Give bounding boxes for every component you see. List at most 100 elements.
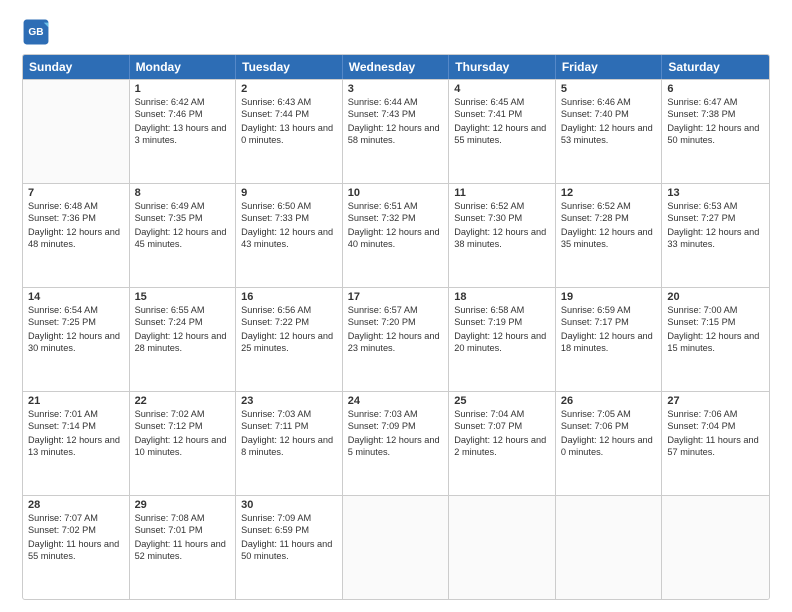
sunset-text: Sunset: 7:44 PM — [241, 108, 337, 120]
calendar-cell — [449, 496, 556, 599]
sunrise-text: Sunrise: 7:02 AM — [135, 408, 231, 420]
calendar-body: 1Sunrise: 6:42 AMSunset: 7:46 PMDaylight… — [23, 79, 769, 599]
calendar-cell: 6Sunrise: 6:47 AMSunset: 7:38 PMDaylight… — [662, 80, 769, 183]
sunrise-text: Sunrise: 6:46 AM — [561, 96, 657, 108]
calendar-cell: 16Sunrise: 6:56 AMSunset: 7:22 PM Dayligh… — [236, 288, 343, 391]
sunrise-text: Sunrise: 7:03 AM — [348, 408, 444, 420]
daylight-text-1: Daylight: 12 hours and — [241, 226, 337, 238]
sunset-text: Sunset: 7:35 PM — [135, 212, 231, 224]
daylight-text-1: Daylight: 12 hours and — [667, 122, 764, 134]
day-number: 26 — [561, 395, 657, 407]
daylight-text-1: Daylight: 12 hours and — [454, 226, 550, 238]
day-number: 12 — [561, 187, 657, 199]
sunset-text: Sunset: 7:22 PM — [241, 316, 337, 328]
calendar-cell: 14Sunrise: 6:54 AMSunset: 7:25 PMDayligh… — [23, 288, 130, 391]
calendar-row: 7Sunrise: 6:48 AMSunset: 7:36 PMDaylight… — [23, 183, 769, 287]
sunrise-text: Sunrise: 7:07 AM — [28, 512, 124, 524]
sunrise-text: Sunrise: 6:53 AM — [667, 200, 764, 212]
day-number: 30 — [241, 499, 337, 511]
sunset-text: Sunset: 7:27 PM — [667, 212, 764, 224]
daylight-text-1: Daylight: 12 hours and — [241, 330, 337, 342]
daylight-text-1: Daylight: 11 hours and — [241, 538, 337, 550]
calendar-cell: 10Sunrise: 6:51 AMSunset: 7:32 PMDayligh… — [343, 184, 450, 287]
daylight-text-2: 53 minutes. — [561, 134, 657, 146]
daylight-text-2: 13 minutes. — [28, 446, 124, 458]
calendar-cell: 20Sunrise: 7:00 AMSunset: 7:15 PMDayligh… — [662, 288, 769, 391]
svg-text:GB: GB — [28, 27, 43, 38]
sunrise-text: Sunrise: 6:58 AM — [454, 304, 550, 316]
daylight-text-1: Daylight: 13 hours and — [241, 122, 337, 134]
calendar-cell: 21Sunrise: 7:01 AMSunset: 7:14 PMDayligh… — [23, 392, 130, 495]
sunset-text: Sunset: 7:43 PM — [348, 108, 444, 120]
daylight-text-1: Daylight: 12 hours and — [454, 330, 550, 342]
sunset-text: Sunset: 7:30 PM — [454, 212, 550, 224]
daylight-text-1: Daylight: 12 hours and — [348, 434, 444, 446]
day-number: 2 — [241, 83, 337, 95]
calendar-cell — [662, 496, 769, 599]
calendar-cell: 18Sunrise: 6:58 AMSunset: 7:19 PMDayligh… — [449, 288, 556, 391]
sunrise-text: Sunrise: 6:49 AM — [135, 200, 231, 212]
calendar-cell: 1Sunrise: 6:42 AMSunset: 7:46 PMDaylight… — [130, 80, 237, 183]
calendar-cell: 12Sunrise: 6:52 AMSunset: 7:28 PMDayligh… — [556, 184, 663, 287]
daylight-text-2: 25 minutes. — [241, 342, 337, 354]
daylight-text-2: 23 minutes. — [348, 342, 444, 354]
daylight-text-1: Daylight: 11 hours and — [135, 538, 231, 550]
sunrise-text: Sunrise: 6:43 AM — [241, 96, 337, 108]
daylight-text-2: 40 minutes. — [348, 238, 444, 250]
day-number: 18 — [454, 291, 550, 303]
daylight-text-2: 50 minutes. — [667, 134, 764, 146]
calendar-cell: 19Sunrise: 6:59 AMSunset: 7:17 PMDayligh… — [556, 288, 663, 391]
sunset-text: Sunset: 7:12 PM — [135, 420, 231, 432]
sunrise-text: Sunrise: 6:52 AM — [561, 200, 657, 212]
daylight-text-2: 0 minutes. — [241, 134, 337, 146]
daylight-text-2: 20 minutes. — [454, 342, 550, 354]
logo: GB — [22, 18, 54, 46]
calendar-cell: 3Sunrise: 6:44 AMSunset: 7:43 PMDaylight… — [343, 80, 450, 183]
sunrise-text: Sunrise: 6:51 AM — [348, 200, 444, 212]
sunset-text: Sunset: 7:04 PM — [667, 420, 764, 432]
sunrise-text: Sunrise: 7:04 AM — [454, 408, 550, 420]
calendar-cell: 22Sunrise: 7:02 AMSunset: 7:12 PM Dayligh… — [130, 392, 237, 495]
daylight-text-1: Daylight: 12 hours and — [561, 434, 657, 446]
daylight-text-2: 55 minutes. — [28, 550, 124, 562]
sunset-text: Sunset: 7:28 PM — [561, 212, 657, 224]
daylight-text-2: 52 minutes. — [135, 550, 231, 562]
day-number: 16 — [241, 291, 337, 303]
weekday-header: Sunday — [23, 55, 130, 79]
calendar-cell: 30Sunrise: 7:09 AMSunset: 6:59 PMDayligh… — [236, 496, 343, 599]
page-header: GB — [22, 18, 770, 46]
sunset-text: Sunset: 7:38 PM — [667, 108, 764, 120]
calendar-header: SundayMondayTuesdayWednesdayThursdayFrid… — [23, 55, 769, 79]
daylight-text-1: Daylight: 12 hours and — [135, 330, 231, 342]
daylight-text-1: Daylight: 12 hours and — [135, 434, 231, 446]
sunrise-text: Sunrise: 6:50 AM — [241, 200, 337, 212]
weekday-header: Tuesday — [236, 55, 343, 79]
sunrise-text: Sunrise: 7:03 AM — [241, 408, 337, 420]
weekday-header: Thursday — [449, 55, 556, 79]
day-number: 22 — [135, 395, 231, 407]
calendar-cell: 23Sunrise: 7:03 AMSunset: 7:11 PMDayligh… — [236, 392, 343, 495]
day-number: 9 — [241, 187, 337, 199]
sunset-text: Sunset: 7:11 PM — [241, 420, 337, 432]
sunset-text: Sunset: 7:33 PM — [241, 212, 337, 224]
daylight-text-1: Daylight: 13 hours and — [135, 122, 231, 134]
day-number: 23 — [241, 395, 337, 407]
day-number: 21 — [28, 395, 124, 407]
daylight-text-1: Daylight: 12 hours and — [348, 330, 444, 342]
calendar-cell — [343, 496, 450, 599]
sunset-text: Sunset: 7:40 PM — [561, 108, 657, 120]
sunrise-text: Sunrise: 7:05 AM — [561, 408, 657, 420]
day-number: 1 — [135, 83, 231, 95]
sunrise-text: Sunrise: 6:47 AM — [667, 96, 764, 108]
daylight-text-2: 50 minutes. — [241, 550, 337, 562]
sunrise-text: Sunrise: 6:42 AM — [135, 96, 231, 108]
daylight-text-2: 30 minutes. — [28, 342, 124, 354]
sunrise-text: Sunrise: 6:56 AM — [241, 304, 337, 316]
daylight-text-2: 33 minutes. — [667, 238, 764, 250]
sunrise-text: Sunrise: 6:52 AM — [454, 200, 550, 212]
calendar-cell: 5Sunrise: 6:46 AMSunset: 7:40 PMDaylight… — [556, 80, 663, 183]
day-number: 4 — [454, 83, 550, 95]
daylight-text-2: 45 minutes. — [135, 238, 231, 250]
daylight-text-1: Daylight: 11 hours and — [28, 538, 124, 550]
day-number: 25 — [454, 395, 550, 407]
